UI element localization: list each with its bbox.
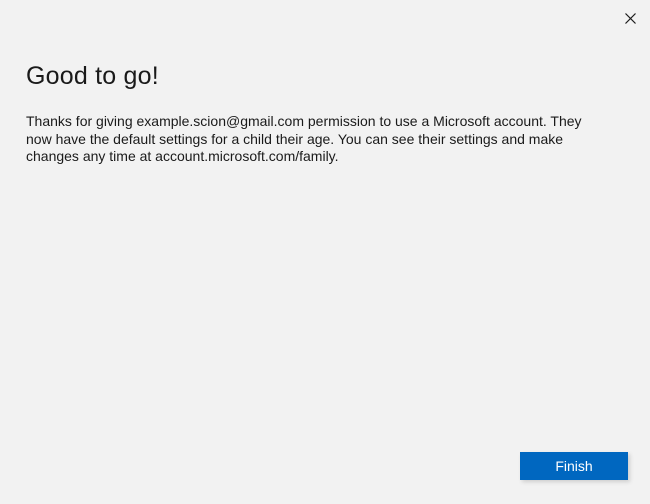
close-button[interactable] bbox=[618, 6, 642, 30]
close-icon bbox=[625, 13, 636, 24]
page-title: Good to go! bbox=[26, 62, 624, 91]
dialog-content: Good to go! Thanks for giving example.sc… bbox=[0, 0, 650, 166]
finish-button[interactable]: Finish bbox=[520, 452, 628, 480]
body-text: Thanks for giving example.scion@gmail.co… bbox=[26, 113, 586, 166]
